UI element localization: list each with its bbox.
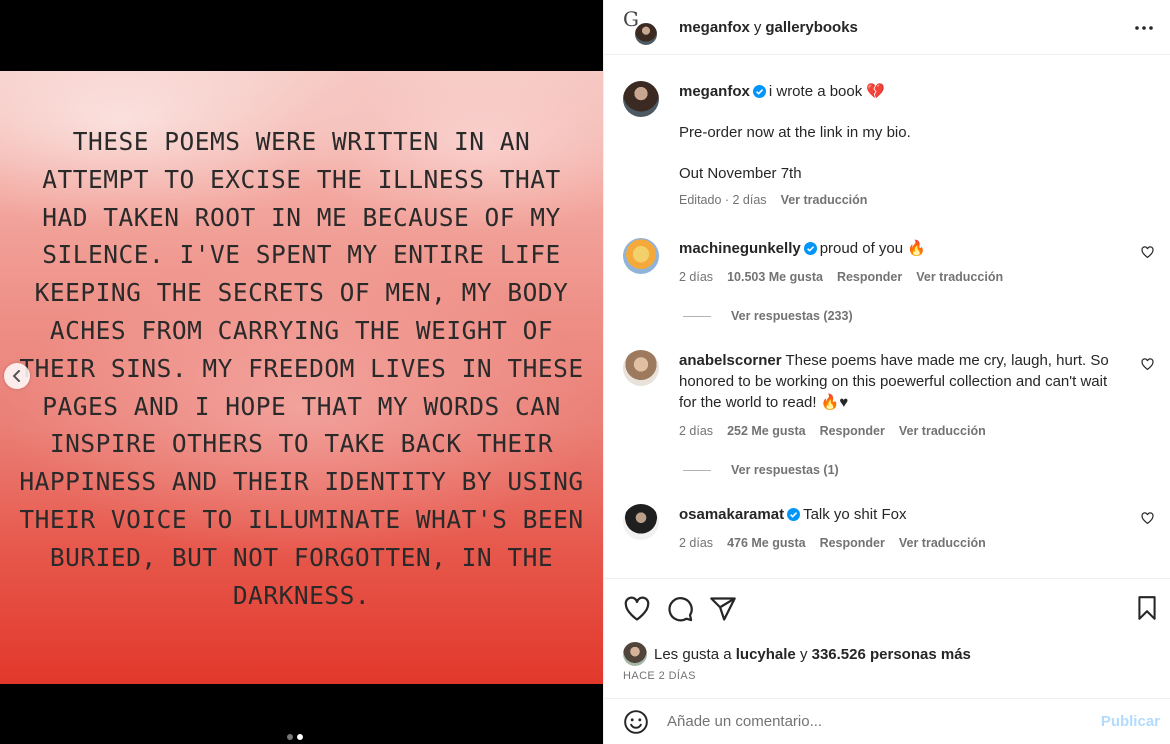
author-link[interactable]: gallerybooks: [765, 19, 858, 36]
comment-meta: 2 días 10.503 Me gusta Responder Ver tra…: [679, 267, 1124, 288]
likes-joiner: y: [799, 645, 808, 663]
comment: anabelscorner These poems have made me c…: [623, 350, 1154, 442]
carousel-indicator: [287, 734, 303, 740]
heart-icon: [624, 596, 650, 621]
post-actions: [604, 578, 1170, 638]
comment-button[interactable]: [666, 595, 694, 623]
comment: osamakaramat Talk yo shit Fox 2 días 476 …: [623, 504, 1154, 554]
comment-username[interactable]: machinegunkelly: [679, 240, 801, 257]
caption: meganfox i wrote a book 💔 Pre-order now a…: [623, 81, 1154, 211]
caption-text: i wrote a book 💔: [768, 83, 886, 100]
poem-text: These poems were written in an attempt t…: [19, 127, 584, 610]
avatar: [633, 21, 659, 47]
post-header: G meganfox y gallerybooks: [604, 0, 1170, 55]
more-icon: [1135, 26, 1153, 30]
verified-badge-icon: [803, 242, 817, 255]
verified-badge-icon: [787, 508, 801, 521]
carousel-prev-button[interactable]: [4, 363, 30, 389]
comment-like-button[interactable]: [1141, 512, 1154, 528]
heart-icon: [1141, 512, 1154, 525]
reply-button[interactable]: Responder: [820, 421, 885, 442]
reply-button[interactable]: Responder: [820, 533, 885, 554]
translate-link[interactable]: Ver traducción: [916, 267, 1003, 288]
comment-like-button[interactable]: [1141, 358, 1154, 374]
caption-line: Out November 7th: [679, 165, 802, 182]
comment-time[interactable]: 2 días: [679, 267, 713, 288]
likes-summary: Les gusta a lucyhale y 336.526 personas …: [623, 642, 971, 666]
carousel-dot: [287, 734, 293, 740]
chevron-left-icon: [13, 370, 20, 382]
replies-divider: [683, 469, 711, 471]
caption-meta: Editado · 2 días Ver traducción: [679, 190, 1124, 211]
translate-link[interactable]: Ver traducción: [899, 421, 986, 442]
view-replies-label: Ver respuestas (1): [731, 463, 839, 477]
comment-meta: 2 días 476 Me gusta Responder Ver traduc…: [679, 533, 1124, 554]
comment-time[interactable]: 2 días: [679, 421, 713, 442]
post-authors: meganfox y gallerybooks: [679, 19, 858, 36]
post-side-panel: G meganfox y gallerybooks meganfox i wrote …: [603, 0, 1170, 744]
more-options-button[interactable]: [1134, 18, 1154, 41]
verified-badge-icon: [752, 85, 766, 98]
view-replies-label: Ver respuestas (233): [731, 309, 853, 323]
carousel-dot-active: [297, 734, 303, 740]
translate-link[interactable]: Ver traducción: [781, 190, 868, 211]
heart-icon: [1141, 246, 1154, 259]
reply-button[interactable]: Responder: [837, 267, 902, 288]
comment-like-button[interactable]: [1141, 246, 1154, 262]
likes-count[interactable]: 336.526 personas más: [812, 646, 971, 663]
comment-likes[interactable]: 10.503 Me gusta: [727, 267, 823, 288]
post-time[interactable]: HACE 2 DÍAS: [623, 670, 696, 682]
liker-username[interactable]: lucyhale: [736, 646, 796, 663]
comment-username[interactable]: osamakaramat: [679, 506, 784, 523]
avatar[interactable]: [623, 504, 659, 540]
add-comment-bar: Publicar: [604, 698, 1170, 744]
avatar[interactable]: [623, 81, 659, 117]
avatar[interactable]: [623, 642, 647, 666]
comment-username[interactable]: anabelscorner: [679, 352, 782, 369]
bookmark-icon: [1138, 596, 1156, 620]
comment-likes[interactable]: 476 Me gusta: [727, 533, 806, 554]
comment-likes[interactable]: 252 Me gusta: [727, 421, 806, 442]
comment-text: proud of you 🔥: [819, 240, 926, 257]
comment-icon: [668, 596, 693, 621]
comment-meta: 2 días 252 Me gusta Responder Ver traduc…: [679, 421, 1124, 442]
poem-image[interactable]: These poems were written in an attempt t…: [0, 71, 603, 684]
translate-link[interactable]: Ver traducción: [899, 533, 986, 554]
share-icon: [710, 596, 736, 621]
comments-list[interactable]: meganfox i wrote a book 💔 Pre-order now a…: [604, 55, 1170, 578]
comment-input[interactable]: [667, 713, 1170, 730]
author-link[interactable]: meganfox: [679, 19, 750, 36]
comment-time[interactable]: 2 días: [679, 533, 713, 554]
caption-line: Pre-order now at the link in my bio.: [679, 124, 911, 141]
publish-button[interactable]: Publicar: [1101, 713, 1160, 730]
post-media: These poems were written in an attempt t…: [0, 0, 603, 744]
like-button[interactable]: [623, 595, 651, 623]
collab-avatars[interactable]: G: [623, 7, 663, 47]
edited-label: Editado · 2 días: [679, 193, 767, 207]
emoji-icon: [624, 709, 648, 734]
caption-username[interactable]: meganfox: [679, 83, 750, 100]
share-button[interactable]: [709, 595, 737, 623]
avatar[interactable]: [623, 238, 659, 274]
save-button[interactable]: [1134, 595, 1160, 624]
avatar[interactable]: [623, 350, 659, 386]
comment: machinegunkelly proud of you 🔥 2 días 10.…: [623, 238, 1154, 288]
comment-text: Talk yo shit Fox: [803, 506, 907, 523]
emoji-button[interactable]: [623, 709, 649, 735]
view-replies-button[interactable]: Ver respuestas (233): [683, 309, 1154, 323]
view-replies-button[interactable]: Ver respuestas (1): [683, 463, 1154, 477]
replies-divider: [683, 315, 711, 317]
heart-icon: [1141, 358, 1154, 371]
likes-prefix: Les gusta a: [654, 645, 732, 663]
authors-joiner: y: [753, 18, 762, 36]
